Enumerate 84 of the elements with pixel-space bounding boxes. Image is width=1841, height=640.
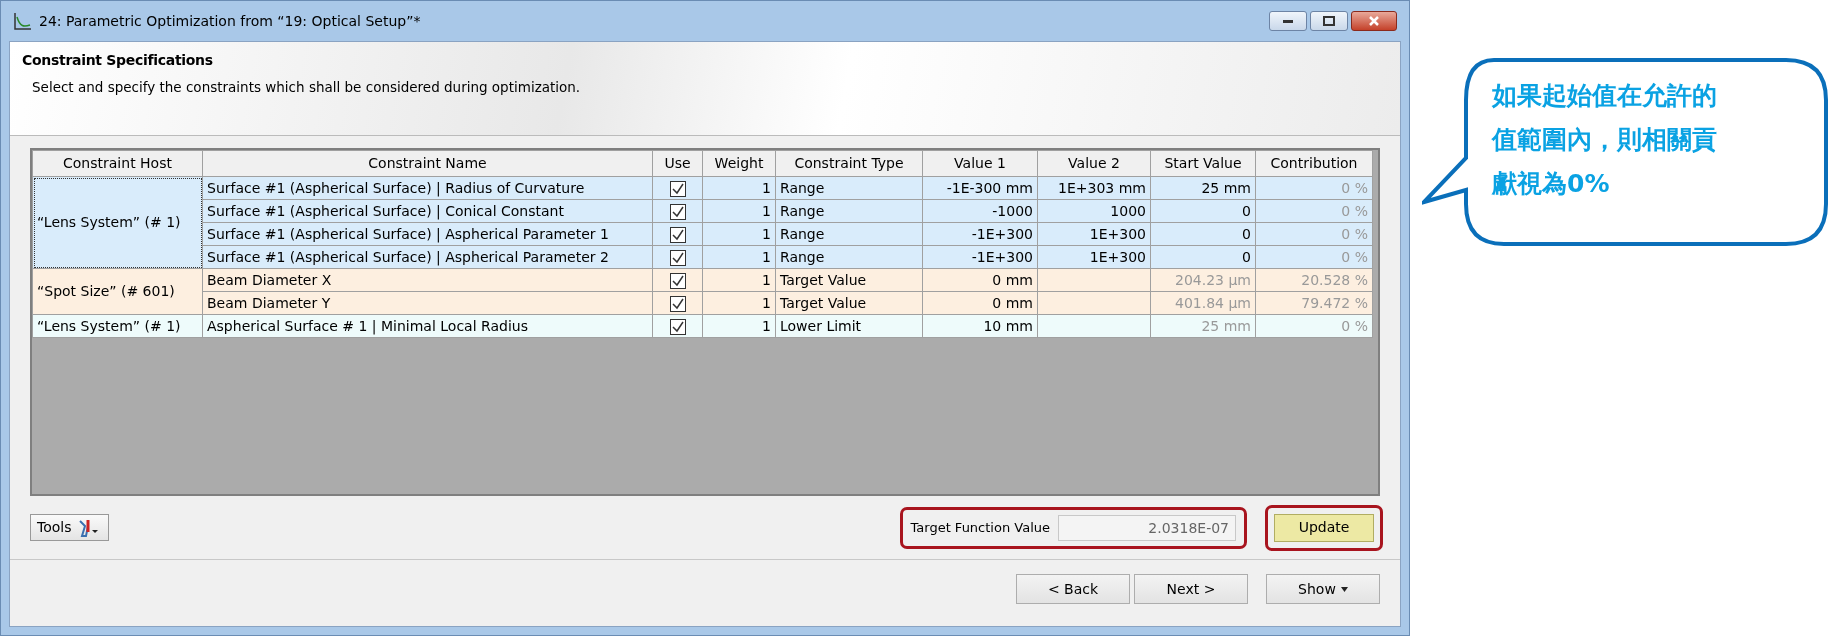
table-cell: 1000 bbox=[1037, 199, 1151, 223]
minimize-button[interactable] bbox=[1269, 11, 1307, 31]
checkbox[interactable] bbox=[669, 249, 686, 266]
table-cell: Surface #1 (Aspherical Surface) | Aspherical Parameter 1 bbox=[202, 222, 653, 246]
host-cell[interactable]: “Lens System” (# 1) bbox=[32, 314, 203, 338]
window-title: 24: Parametric Optimization from “19: Optical Setup”* bbox=[39, 11, 421, 31]
table-cell: -1E-300 mm bbox=[922, 176, 1038, 200]
table-cell: -1E+300 bbox=[922, 222, 1038, 246]
column-header[interactable]: Use bbox=[652, 150, 703, 177]
table-cell: Beam Diameter X bbox=[202, 268, 653, 292]
table-cell: 1 bbox=[702, 222, 776, 246]
table-cell: 1E+300 bbox=[1037, 245, 1151, 269]
table-cell: 1 bbox=[702, 291, 776, 315]
table-cell: 1E+300 bbox=[1037, 222, 1151, 246]
table-cell: Range bbox=[775, 245, 923, 269]
target-function-field[interactable]: 2.0318E-07 bbox=[1058, 514, 1236, 541]
minimize-icon bbox=[1282, 18, 1294, 24]
host-cell[interactable]: “Lens System” (# 1) bbox=[32, 176, 203, 269]
table-cell: 25 mm bbox=[1150, 176, 1256, 200]
table-cell: Surface #1 (Aspherical Surface) | Aspherical Parameter 2 bbox=[202, 245, 653, 269]
column-header[interactable]: Constraint Type bbox=[775, 150, 923, 177]
table-cell: Aspherical Surface # 1 | Minimal Local Radius bbox=[202, 314, 653, 338]
table-cell: 0 % bbox=[1255, 245, 1373, 269]
table-cell: 0 bbox=[1150, 222, 1256, 246]
table-cell: 204.23 µm bbox=[1150, 268, 1256, 292]
checkbox[interactable] bbox=[669, 295, 686, 312]
callout-text: 如果起始值在允許的值範圍內，則相關貢獻視為0% bbox=[1492, 80, 1717, 200]
table-cell: 0 bbox=[1150, 245, 1256, 269]
close-icon bbox=[1368, 15, 1380, 27]
table-cell: 1E+303 mm bbox=[1037, 176, 1151, 200]
back-button[interactable]: < Back bbox=[1016, 574, 1130, 604]
table-cell: 401.84 µm bbox=[1150, 291, 1256, 315]
checkbox[interactable] bbox=[669, 272, 686, 289]
table-cell: -1000 bbox=[922, 199, 1038, 223]
table-cell: 0 mm bbox=[922, 291, 1038, 315]
column-header[interactable]: Constraint Name bbox=[202, 150, 653, 177]
column-header[interactable]: Weight bbox=[702, 150, 776, 177]
column-header[interactable]: Value 1 bbox=[922, 150, 1038, 177]
checkbox[interactable] bbox=[669, 180, 686, 197]
table-cell: Target Value bbox=[775, 268, 923, 292]
maximize-button[interactable] bbox=[1310, 11, 1348, 31]
section-title: Constraint Specifications bbox=[22, 51, 214, 70]
close-button[interactable] bbox=[1351, 11, 1397, 31]
section-description: Select and specify the constraints which shall be considered during optimization. bbox=[31, 78, 582, 97]
table-cell: Lower Limit bbox=[775, 314, 923, 338]
checkbox[interactable] bbox=[669, 203, 686, 220]
table-cell: 0 % bbox=[1255, 314, 1373, 338]
chart-icon bbox=[13, 11, 33, 31]
table-cell: 10 mm bbox=[922, 314, 1038, 338]
maximize-icon bbox=[1323, 16, 1335, 26]
table-cell: 25 mm bbox=[1150, 314, 1256, 338]
table-cell: Target Value bbox=[775, 291, 923, 315]
host-cell[interactable]: “Spot Size” (# 601) bbox=[32, 268, 203, 315]
table-cell: 79.472 % bbox=[1255, 291, 1373, 315]
tools-button[interactable]: Tools bbox=[30, 514, 109, 541]
table-cell: Range bbox=[775, 176, 923, 200]
table-cell: 20.528 % bbox=[1255, 268, 1373, 292]
checkbox[interactable] bbox=[669, 318, 686, 335]
show-button[interactable]: Show bbox=[1266, 574, 1380, 604]
table-cell: Surface #1 (Aspherical Surface) | Conical Constant bbox=[202, 199, 653, 223]
table-cell: 1 bbox=[702, 268, 776, 292]
table-cell: 1 bbox=[702, 199, 776, 223]
table-cell: 1 bbox=[702, 245, 776, 269]
table-cell: 0 bbox=[1150, 199, 1256, 223]
table-cell: 0 % bbox=[1255, 199, 1373, 223]
caret-icon bbox=[1340, 586, 1348, 592]
table-cell: 0 % bbox=[1255, 176, 1373, 200]
table-cell: Beam Diameter Y bbox=[202, 291, 653, 315]
checkbox[interactable] bbox=[669, 226, 686, 243]
table-cell: Range bbox=[775, 222, 923, 246]
column-header[interactable]: Value 2 bbox=[1037, 150, 1151, 177]
table-cell: 1 bbox=[702, 176, 776, 200]
column-header[interactable]: Constraint Host bbox=[32, 150, 203, 177]
column-header[interactable]: Start Value bbox=[1150, 150, 1256, 177]
target-function-label: Target Function Value bbox=[910, 518, 1050, 537]
table-cell: 0 % bbox=[1255, 222, 1373, 246]
table-cell: Range bbox=[775, 199, 923, 223]
table-cell: Surface #1 (Aspherical Surface) | Radius of Curvature bbox=[202, 176, 653, 200]
table-cell: -1E+300 bbox=[922, 245, 1038, 269]
next-button[interactable]: Next > bbox=[1134, 574, 1248, 604]
update-button[interactable]: Update bbox=[1274, 513, 1374, 542]
table-cell: 1 bbox=[702, 314, 776, 338]
table-cell: 0 mm bbox=[922, 268, 1038, 292]
column-header[interactable]: Contribution bbox=[1255, 150, 1373, 177]
